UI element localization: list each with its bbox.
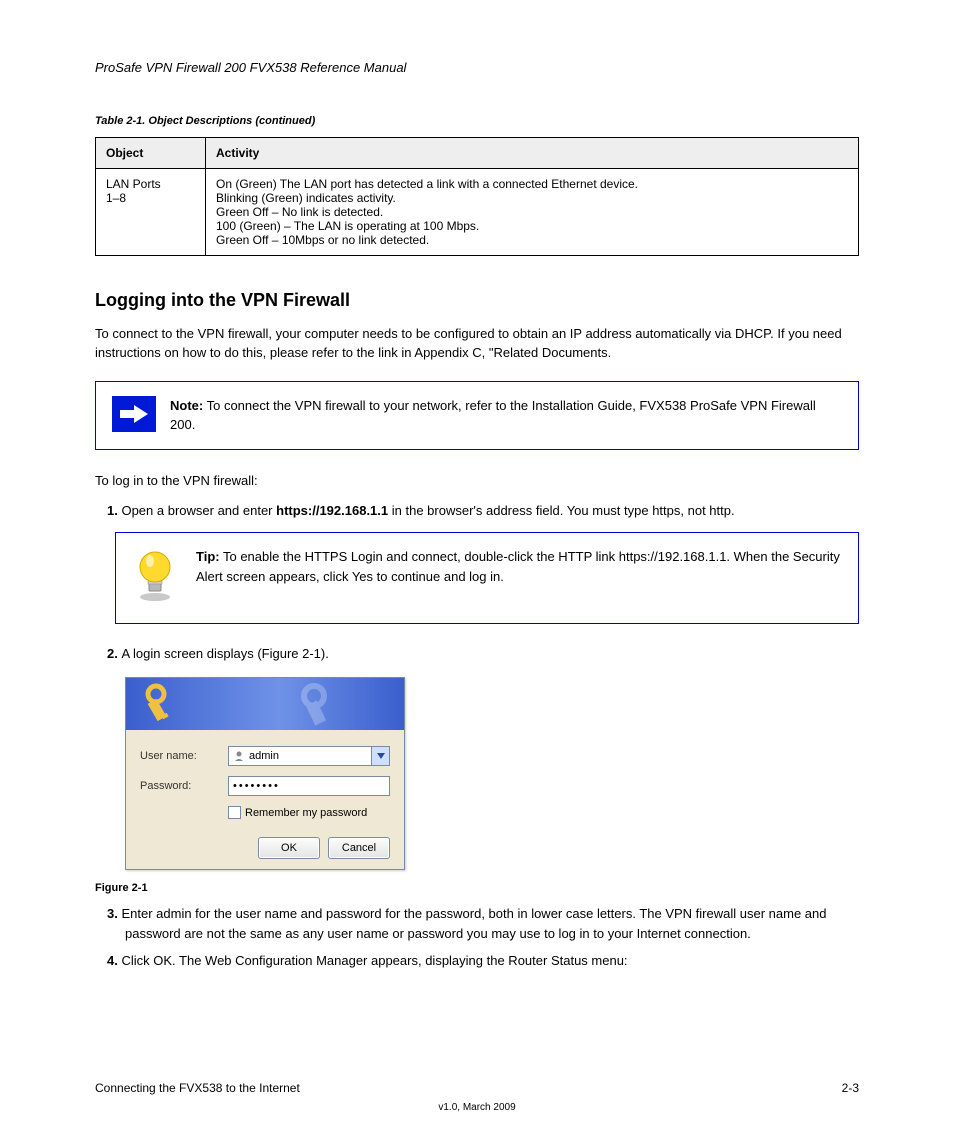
username-field[interactable]: admin xyxy=(228,746,390,766)
step-4-text: Click OK. The Web Configuration Manager … xyxy=(121,953,627,968)
password-label: Password: xyxy=(140,780,228,792)
username-dropdown-button[interactable] xyxy=(371,747,389,765)
step-1-text-a: Open a browser and enter xyxy=(121,503,276,518)
username-label: User name: xyxy=(140,750,228,762)
user-head-icon xyxy=(233,750,245,762)
ok-button[interactable]: OK xyxy=(258,837,320,859)
tip-text: To enable the HTTPS Login and connect, d… xyxy=(196,549,840,584)
section-heading: Logging into the VPN Firewall xyxy=(95,290,859,311)
step-1: 1. Open a browser and enter https://192.… xyxy=(125,501,859,521)
tip-box: Tip: To enable the HTTPS Login and conne… xyxy=(115,532,859,624)
intro-paragraph: To connect to the VPN firewall, your com… xyxy=(95,325,859,363)
footer-version: v1.0, March 2009 xyxy=(0,1102,954,1113)
ok-button-label: OK xyxy=(281,842,297,854)
table-continued-caption: Table 2-1. Object Descriptions (continue… xyxy=(95,115,859,127)
footer-right: 2-3 xyxy=(842,1081,859,1095)
step-3: 3. Enter admin for the user name and pas… xyxy=(125,904,859,943)
step-3-text: Enter admin for the user name and passwo… xyxy=(121,906,826,941)
login-dialog: User name: admin xyxy=(125,677,405,870)
table-cell-activity-line: 100 (Green) – The LAN is operating at 10… xyxy=(216,219,848,233)
step-2: 2. A login screen displays (Figure 2-1). xyxy=(125,644,859,664)
table-header-activity: Activity xyxy=(206,138,859,169)
led-table: Object Activity LAN Ports 1–8 On (Green)… xyxy=(95,137,859,256)
chevron-down-icon xyxy=(377,753,385,759)
note-box: Note: To connect the VPN firewall to you… xyxy=(95,381,859,450)
table-row: LAN Ports 1–8 On (Green) The LAN port ha… xyxy=(96,169,859,256)
tip-title: Tip: xyxy=(196,549,220,564)
figure-caption: Figure 2-1 xyxy=(95,882,859,894)
username-value: admin xyxy=(249,750,279,762)
password-value: •••••••• xyxy=(233,780,280,792)
note-title: Note: xyxy=(170,398,203,413)
page-footer: Connecting the FVX538 to the Internet 2-… xyxy=(95,1081,859,1095)
footer-left: Connecting the FVX538 to the Internet xyxy=(95,1081,300,1095)
step-2-text: A login screen displays (Figure 2-1). xyxy=(121,646,328,661)
step-4: 4. Click OK. The Web Configuration Manag… xyxy=(125,951,859,971)
table-cell-activity-line: Green Off – No link is detected. xyxy=(216,205,848,219)
step-1-url: https://192.168.1.1 xyxy=(276,503,388,518)
table-cell-object: LAN Ports 1–8 xyxy=(106,177,161,205)
steps-lead: To log in to the VPN firewall: xyxy=(95,472,859,491)
step-1-text-b: in the browser's address field. You must… xyxy=(392,503,735,518)
table-cell-activity-line: Green Off – 10Mbps or no link detected. xyxy=(216,233,848,247)
table-cell-activity-line: On (Green) The LAN port has detected a l… xyxy=(216,177,848,191)
password-field[interactable]: •••••••• xyxy=(228,776,390,796)
login-dialog-header xyxy=(126,678,404,730)
remember-password-label: Remember my password xyxy=(245,807,367,819)
table-cell-activity-line: Blinking (Green) indicates activity. xyxy=(216,191,848,205)
note-arrow-icon xyxy=(112,396,156,432)
lightbulb-icon xyxy=(132,547,182,609)
page-running-header: ProSafe VPN Firewall 200 FVX538 Referenc… xyxy=(95,60,859,75)
header-left: ProSafe VPN Firewall 200 FVX538 Referenc… xyxy=(95,60,406,75)
remember-password-checkbox[interactable] xyxy=(228,806,241,819)
cancel-button-label: Cancel xyxy=(342,842,376,854)
note-text: To connect the VPN firewall to your netw… xyxy=(170,398,816,433)
table-header-object: Object xyxy=(96,138,206,169)
cancel-button[interactable]: Cancel xyxy=(328,837,390,859)
